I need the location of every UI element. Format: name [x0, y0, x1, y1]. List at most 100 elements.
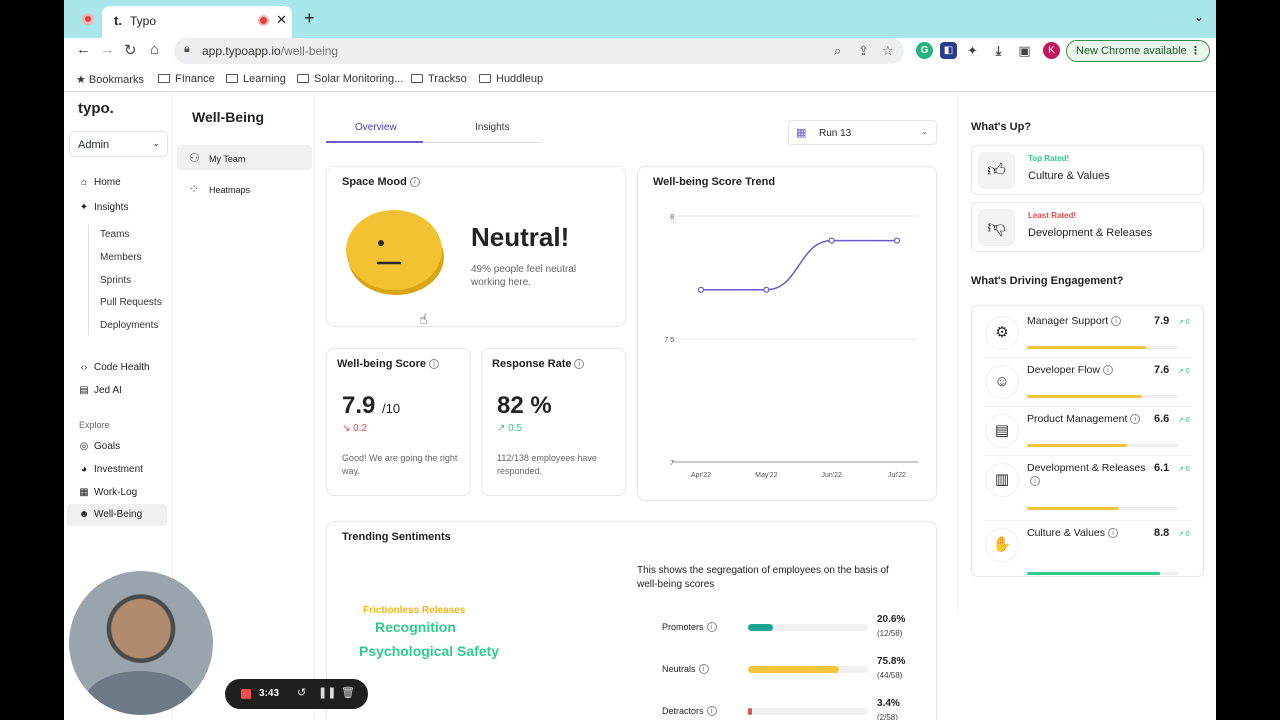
download-icon[interactable]: ⤓: [990, 42, 1007, 59]
active-tab-indicator: [326, 141, 423, 143]
side-panel-icon[interactable]: ▣: [1016, 42, 1033, 59]
y-tick-label: 7.5: [664, 337, 674, 344]
typo-app: typo. Admin ⌄ ⌂ Home ✦ Insights Teams Membe…: [64, 93, 1216, 720]
nav-label: Work-Log: [94, 487, 138, 498]
info-icon[interactable]: i: [1030, 476, 1040, 486]
right-panel: What's Up? 👍︎ Top Rated! Culture & Value…: [957, 93, 1216, 613]
nav-goals[interactable]: ◎ Goals: [78, 437, 121, 457]
x-tick-label: Jun'22: [821, 472, 842, 479]
stop-recording-button[interactable]: [241, 689, 251, 699]
recording-controls: 3:43 ↺ ❚❚ 🗑︎: [225, 679, 368, 709]
nav-label: Code Health: [94, 362, 150, 373]
nav-investment[interactable]: ◕ Investment: [78, 460, 143, 480]
forward-icon[interactable]: →: [100, 41, 115, 58]
nav-pull-requests[interactable]: Pull Requests: [100, 297, 162, 308]
top-rated-tag: Top Rated!: [1028, 154, 1070, 163]
nav-work-log[interactable]: ▦ Work-Log: [78, 483, 137, 503]
close-tab-icon[interactable]: ✕: [276, 12, 287, 28]
bookmark-trackso[interactable]: Trackso: [411, 73, 467, 85]
bookmarks-star-item[interactable]: ★ Bookmarks: [76, 73, 144, 86]
manager-icon: ⚙: [985, 316, 1019, 350]
delete-icon[interactable]: 🗑︎: [341, 686, 355, 699]
bookmark-huddleup[interactable]: Huddleup: [479, 73, 543, 85]
extension-icon[interactable]: ◧: [940, 42, 957, 59]
url-path: /well-being: [280, 44, 339, 58]
top-rated-card[interactable]: 👍︎ Top Rated! Culture & Values: [971, 145, 1204, 195]
driver-change: ↗ 0: [1178, 368, 1190, 375]
nav-home[interactable]: ⌂ Home: [78, 173, 121, 193]
driver-score: 7.9: [1154, 315, 1170, 327]
bookmark-star-icon[interactable]: ☆: [882, 43, 894, 59]
role-select[interactable]: Admin ⌄: [69, 131, 168, 157]
driver-item[interactable]: ▥ Development & Releasesi 6.1 ↗ 0: [972, 457, 1205, 510]
nav-well-being[interactable]: ☻ Well-Being: [78, 505, 142, 525]
reload-icon[interactable]: ↻: [124, 41, 137, 59]
subnav-title: Well-Being: [192, 109, 265, 125]
x-tick-label: May'22: [755, 472, 777, 479]
nav-code-health[interactable]: ‹› Code Health: [78, 358, 150, 378]
driver-item[interactable]: ⚙ Manager Support i 7.9 ↗ 0: [972, 310, 1205, 358]
releases-icon: ▥: [985, 463, 1019, 497]
nav-deployments[interactable]: Deployments: [100, 320, 158, 331]
nav-sprints[interactable]: Sprints: [100, 275, 131, 286]
code-icon: ‹›: [80, 362, 88, 373]
chrome-menu-icon[interactable]: ⋮: [1190, 44, 1201, 57]
nav-jed-ai[interactable]: ▤ Jed AI: [78, 381, 122, 401]
new-tab-icon[interactable]: +: [304, 8, 315, 29]
home-icon[interactable]: ⌂: [150, 41, 159, 58]
nav-insights[interactable]: ✦ Insights: [78, 198, 129, 218]
nav-members[interactable]: Members: [100, 252, 142, 263]
info-icon[interactable]: i: [706, 706, 717, 716]
driver-item[interactable]: ▤ Product Management i 6.6 ↗ 0: [972, 408, 1205, 456]
bookmark-learning[interactable]: Learning: [226, 73, 286, 85]
tab-insights[interactable]: Insights: [475, 122, 509, 133]
product-icon: ▤: [985, 414, 1019, 448]
restart-icon[interactable]: ↺: [297, 686, 306, 699]
info-icon[interactable]: i: [698, 664, 709, 674]
profile-avatar[interactable]: K: [1043, 42, 1060, 59]
driver-item[interactable]: ☺ Developer Flow i 7.6 ↗ 0: [972, 359, 1205, 407]
info-icon[interactable]: i: [1130, 414, 1141, 424]
extensions-puzzle-icon[interactable]: ✦: [964, 42, 981, 59]
zoom-search-icon[interactable]: ⌕: [834, 43, 841, 59]
back-icon[interactable]: ←: [76, 41, 91, 58]
chrome-update-button[interactable]: New Chrome available ⋮: [1066, 40, 1210, 62]
info-icon[interactable]: i: [409, 177, 420, 187]
card-title-text: Well-being Score: [337, 358, 427, 370]
target-icon: ◎: [79, 441, 89, 452]
info-icon[interactable]: i: [1108, 528, 1119, 538]
info-icon[interactable]: i: [574, 359, 585, 369]
grammarly-extension-icon[interactable]: G: [916, 42, 933, 59]
driver-track: [1027, 572, 1178, 575]
score-number: 7.9: [342, 392, 376, 419]
chevron-down-icon: ⌄: [921, 127, 928, 136]
folder-icon: [226, 74, 238, 83]
bookmark-finance[interactable]: FInance: [158, 73, 215, 85]
share-icon[interactable]: ⇪: [858, 43, 869, 59]
nav-teams[interactable]: Teams: [100, 229, 129, 240]
info-icon[interactable]: i: [1102, 365, 1113, 375]
role-select-value: Admin: [78, 139, 110, 151]
site-info-icon[interactable]: 🔒︎: [184, 43, 190, 56]
nav-label: Insights: [94, 202, 129, 213]
pause-icon[interactable]: ❚❚: [318, 686, 336, 699]
segment-detractors: Detractors i 3.4% (2/58): [637, 698, 927, 720]
browser-tab[interactable]: t. Typo ✕: [102, 6, 292, 38]
address-bar[interactable]: 🔒︎ app.typoapp.io/well-being ⌕ ⇪ ☆: [174, 38, 904, 64]
segment-count: (44/58): [877, 671, 903, 680]
subnav-label: My Team: [209, 154, 246, 164]
run-select[interactable]: ▦ Run 13 ⌄: [788, 120, 937, 145]
tab-overview[interactable]: Overview: [355, 122, 397, 133]
bookmark-solar[interactable]: Solar Monitoring...: [297, 73, 403, 85]
subnav-my-team[interactable]: ⚇ My Team: [189, 151, 245, 165]
subnav-heatmaps[interactable]: ⁘ Heatmaps: [189, 182, 250, 196]
info-icon[interactable]: i: [706, 622, 717, 632]
score-note: Good! We are going the right way.: [342, 453, 458, 476]
sentiments-title: Trending Sentiments: [342, 531, 451, 543]
info-icon[interactable]: i: [429, 359, 440, 369]
driver-change: ↗ 0: [1178, 319, 1190, 326]
info-icon[interactable]: i: [1111, 316, 1122, 326]
tab-search-chevron-icon[interactable]: ⌄: [1194, 10, 1204, 24]
least-rated-card[interactable]: 👎︎ Least Rated! Development & Releases: [971, 202, 1204, 252]
driver-item[interactable]: ✋ Culture & Values i 8.8 ↗ 0: [972, 522, 1205, 575]
